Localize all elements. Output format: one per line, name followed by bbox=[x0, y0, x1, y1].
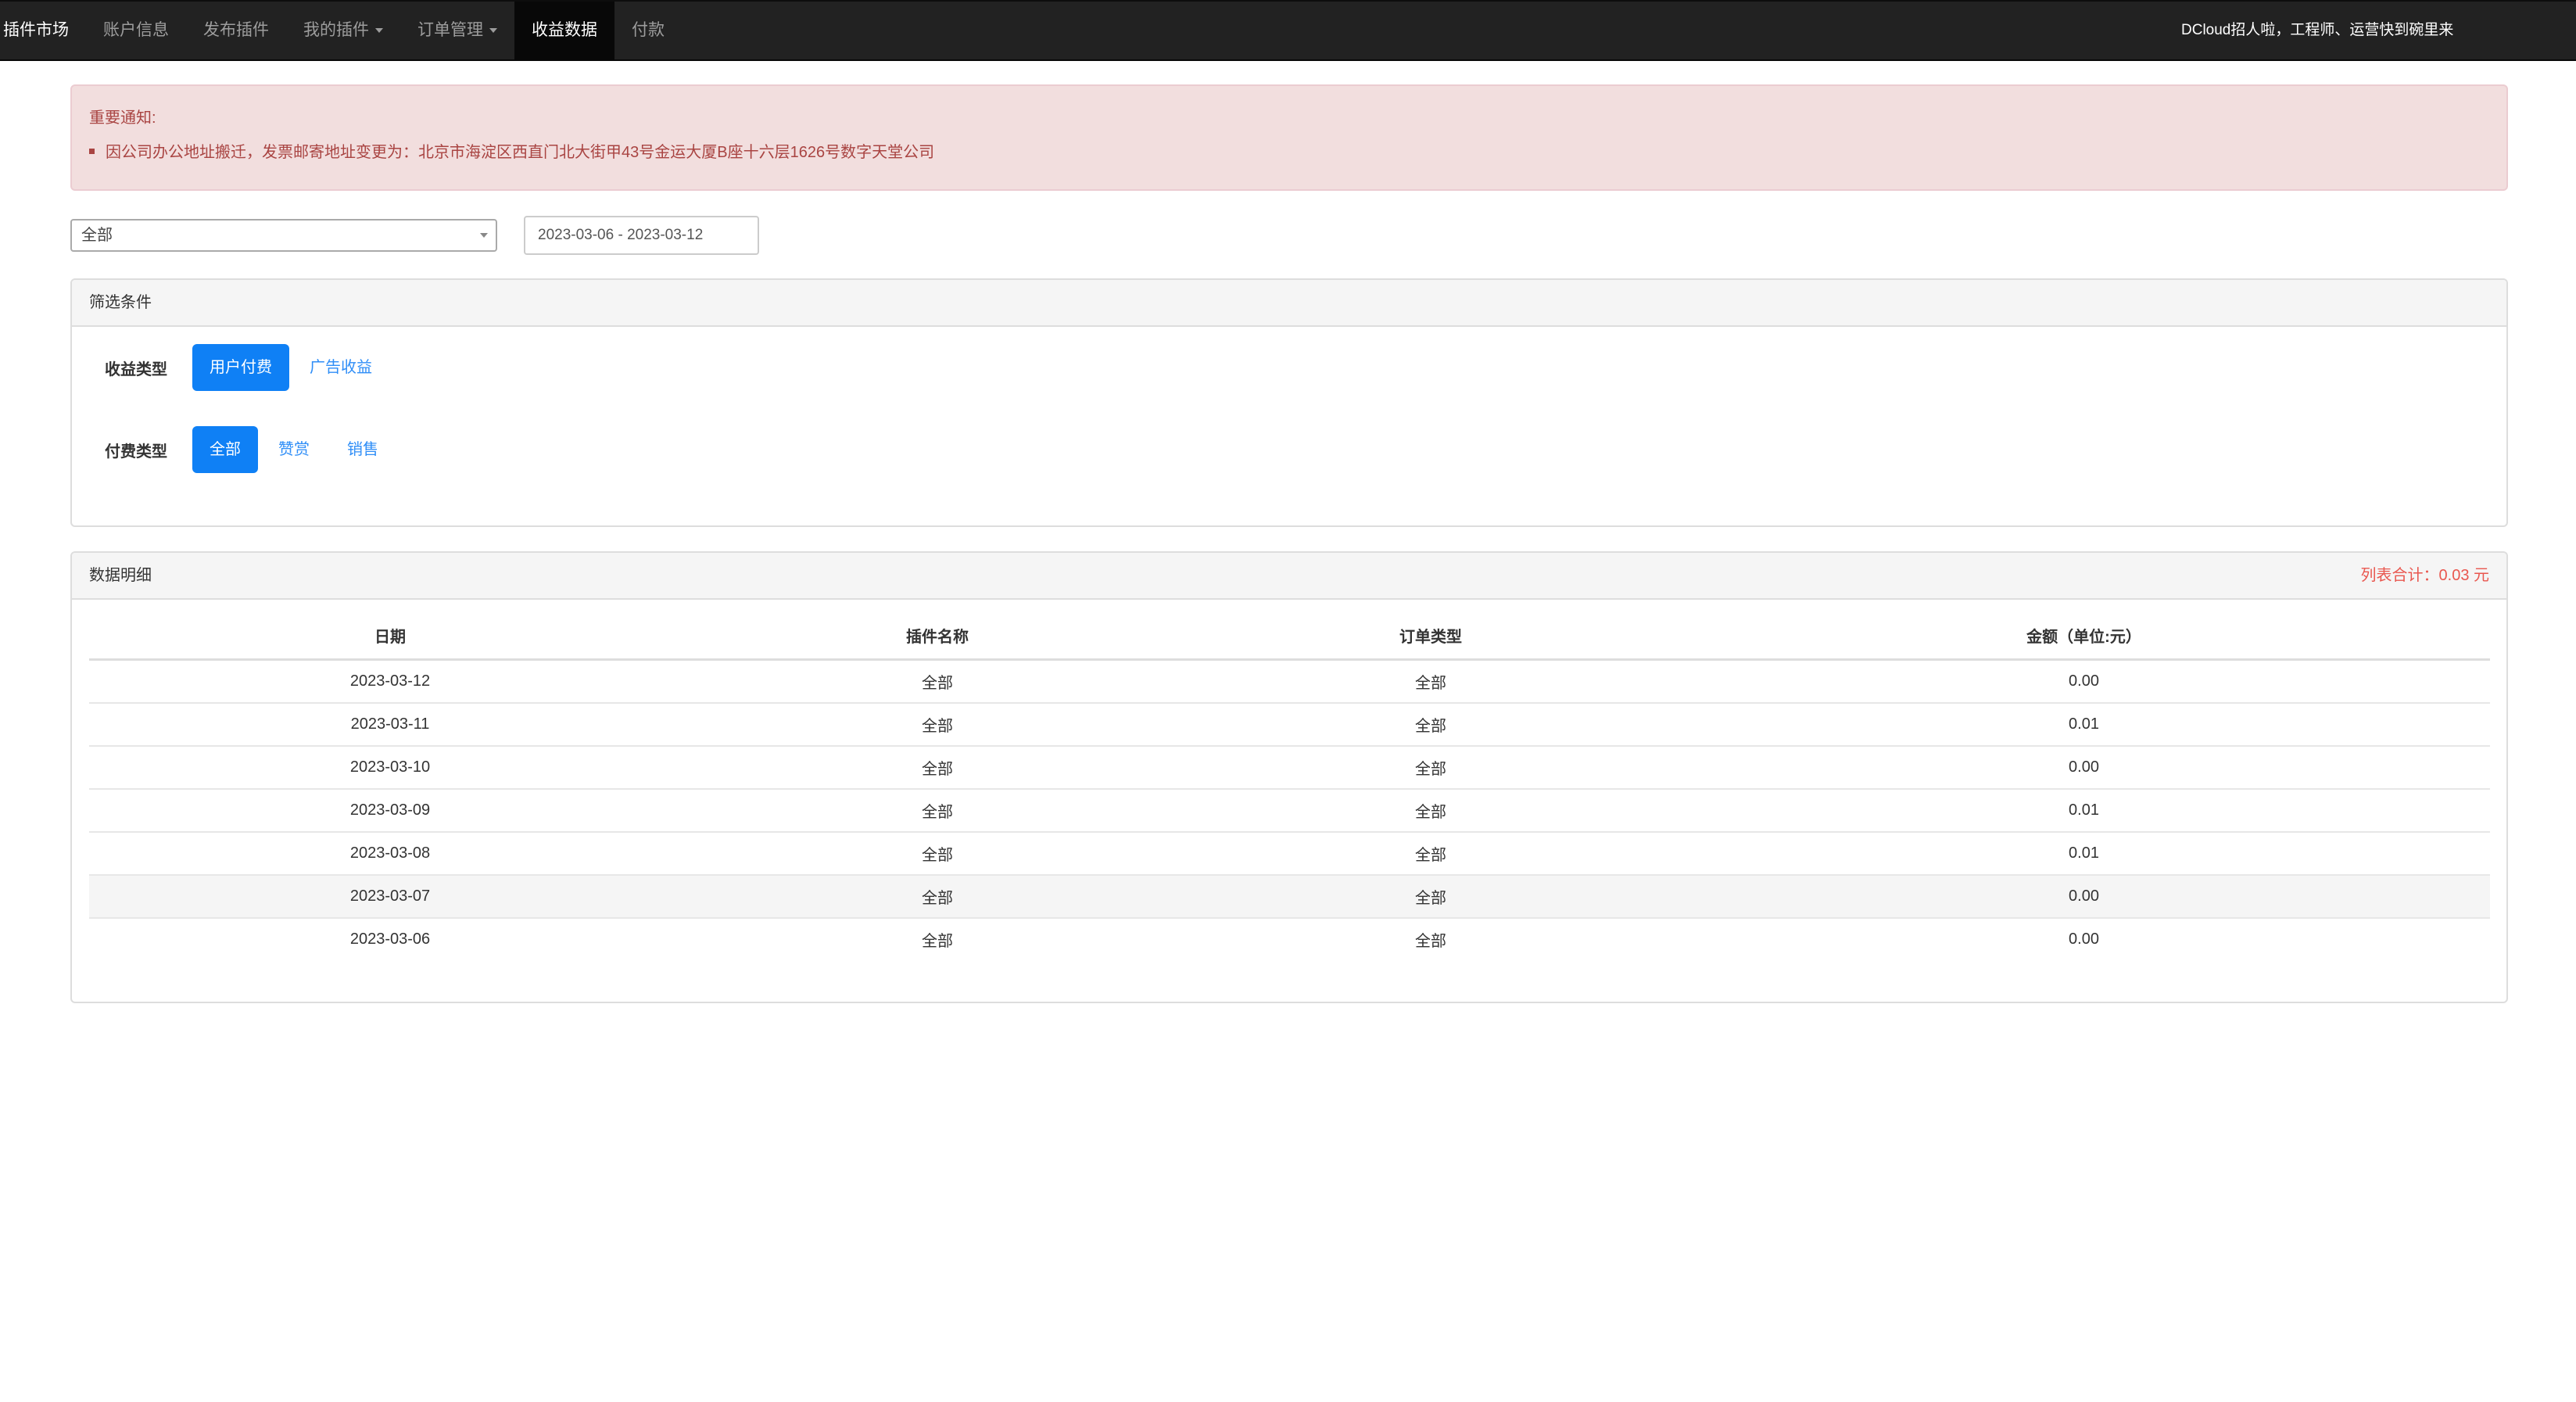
cell-plugin-name: 全部 bbox=[922, 933, 953, 950]
nav-publish-plugin[interactable]: 发布插件 bbox=[186, 2, 286, 59]
cell-order-type: 全部 bbox=[1184, 875, 1678, 919]
cell-amount: 0.01 bbox=[1678, 789, 2490, 833]
column-header-amount[interactable]: 金额（单位:元） bbox=[1678, 611, 2490, 661]
cell-plugin-name: 全部 bbox=[691, 746, 1184, 790]
column-header-plugin-name[interactable]: 插件名称 bbox=[691, 611, 1184, 661]
cell-date: 2023-03-11 bbox=[89, 703, 691, 747]
cell-order-type: 全部 bbox=[1415, 933, 1446, 950]
table-row: 2023-03-10 全部 全部 0.00 bbox=[89, 746, 2490, 790]
notice-alert: 重要通知: 因公司办公地址搬迁，发票邮寄地址变更为：北京市海淀区西直门北大街甲4… bbox=[70, 84, 2508, 191]
table-row: 2023-03-09 全部 全部 0.01 bbox=[89, 789, 2490, 833]
list-total: 列表合计：0.03 元 bbox=[2360, 567, 2489, 584]
pay-type-all-button[interactable]: 全部 bbox=[192, 426, 258, 473]
table-header-row: 日期 插件名称 订单类型 金额（单位:元） bbox=[89, 611, 2490, 661]
table-row: 2023-03-06 全部 全部 0.00 bbox=[89, 918, 2490, 960]
income-type-label: 收益类型 bbox=[105, 360, 167, 378]
cell-date: 2023-03-07 bbox=[89, 875, 691, 919]
nav-links: 账户信息 发布插件 我的插件 订单管理 收益数据 付款 bbox=[86, 2, 682, 59]
cell-order-type: 全部 bbox=[1184, 789, 1678, 833]
income-table: 日期 插件名称 订单类型 金额（单位:元） 2023-03-12 全部 全部 0… bbox=[89, 611, 2490, 960]
nav-order-management-dropdown[interactable]: 订单管理 bbox=[400, 2, 514, 59]
alert-title: 重要通知: bbox=[89, 109, 156, 127]
income-type-user-pay-button[interactable]: 用户付费 bbox=[192, 344, 289, 391]
cell-amount: 0.00 bbox=[1678, 746, 2490, 790]
nav-payment[interactable]: 付款 bbox=[614, 2, 682, 59]
nav-order-management-label: 订单管理 bbox=[417, 21, 483, 39]
cell-date: 2023-03-08 bbox=[89, 832, 691, 876]
brand-link[interactable]: 插件市场 bbox=[3, 2, 69, 59]
cell-order-type: 全部 bbox=[1184, 703, 1678, 747]
date-range-input[interactable] bbox=[524, 216, 759, 255]
nav-publish-plugin-label: 发布插件 bbox=[203, 21, 269, 39]
filter-panel: 筛选条件 bbox=[70, 278, 2508, 527]
cell-plugin-name: 全部 bbox=[691, 789, 1184, 833]
income-type-filter: 收益类型 用户付费 广告收益 bbox=[105, 344, 392, 391]
data-panel-heading: 数据明细 列表合计：0.03 元 bbox=[72, 553, 2506, 600]
nav-my-plugins-label: 我的插件 bbox=[303, 21, 369, 39]
alert-list-item: 因公司办公地址搬迁，发票邮寄地址变更为：北京市海淀区西直门北大街甲43号金运大厦… bbox=[89, 139, 934, 162]
nav-account-info[interactable]: 账户信息 bbox=[86, 2, 186, 59]
nav-income-data[interactable]: 收益数据 bbox=[514, 2, 614, 59]
top-navbar: 插件市场 账户信息 发布插件 我的插件 订单管理 收益数据 付款 DCloud招… bbox=[0, 0, 2576, 61]
nav-my-plugins-dropdown[interactable]: 我的插件 bbox=[286, 2, 400, 59]
data-panel-title: 数据明细 bbox=[89, 567, 152, 584]
caret-down-icon bbox=[489, 28, 497, 34]
table-row: 2023-03-11 全部 全部 0.01 bbox=[89, 703, 2490, 747]
filter-panel-title: 筛选条件 bbox=[89, 294, 152, 311]
pay-type-label: 付费类型 bbox=[105, 443, 167, 461]
cell-plugin-name: 全部 bbox=[691, 659, 1184, 704]
cell-plugin-name: 全部 bbox=[691, 703, 1184, 747]
plugin-select-value: 全部 bbox=[81, 227, 113, 244]
pay-type-reward-button[interactable]: 赞赏 bbox=[261, 426, 327, 473]
cell-amount: 0.01 bbox=[1678, 703, 2490, 747]
alert-item-text: 因公司办公地址搬迁，发票邮寄地址变更为：北京市海淀区西直门北大街甲43号金运大厦… bbox=[106, 144, 935, 161]
table-row: 2023-03-12 全部 全部 0.00 bbox=[89, 659, 2490, 704]
cell-amount: 0.00 bbox=[1678, 659, 2490, 704]
nav-account-info-label: 账户信息 bbox=[103, 21, 169, 39]
cell-amount: 0.00 bbox=[2069, 930, 2099, 948]
income-type-ad-income-button[interactable]: 广告收益 bbox=[292, 344, 389, 391]
cell-order-type: 全部 bbox=[1184, 659, 1678, 704]
plugin-select[interactable]: 全部 bbox=[70, 219, 497, 252]
table-row: 2023-03-08 全部 全部 0.01 bbox=[89, 832, 2490, 876]
cell-date: 2023-03-09 bbox=[89, 789, 691, 833]
table-row: 2023-03-07 全部 全部 0.00 bbox=[89, 875, 2490, 919]
hiring-link[interactable]: DCloud招人啦，工程师、运营快到碗里来 bbox=[2181, 2, 2453, 59]
pay-type-filter: 付费类型 全部 赞赏 销售 bbox=[105, 426, 399, 473]
pay-type-sales-button[interactable]: 销售 bbox=[330, 426, 396, 473]
bullet-icon bbox=[89, 149, 95, 155]
cell-plugin-name: 全部 bbox=[691, 832, 1184, 876]
caret-down-icon bbox=[375, 28, 383, 34]
cell-plugin-name: 全部 bbox=[691, 875, 1184, 919]
column-header-order-type[interactable]: 订单类型 bbox=[1184, 611, 1678, 661]
nav-income-data-label: 收益数据 bbox=[532, 21, 597, 39]
cell-order-type: 全部 bbox=[1184, 832, 1678, 876]
cell-date: 2023-03-12 bbox=[89, 659, 691, 704]
filter-panel-heading: 筛选条件 bbox=[72, 280, 2506, 327]
column-header-date[interactable]: 日期 bbox=[89, 611, 691, 661]
cell-date: 2023-03-10 bbox=[89, 746, 691, 790]
nav-payment-label: 付款 bbox=[632, 21, 665, 39]
cell-amount: 0.01 bbox=[1678, 832, 2490, 876]
cell-order-type: 全部 bbox=[1184, 746, 1678, 790]
chevron-down-icon bbox=[480, 233, 488, 238]
cell-amount: 0.00 bbox=[1678, 875, 2490, 919]
cell-date: 2023-03-06 bbox=[349, 930, 431, 948]
